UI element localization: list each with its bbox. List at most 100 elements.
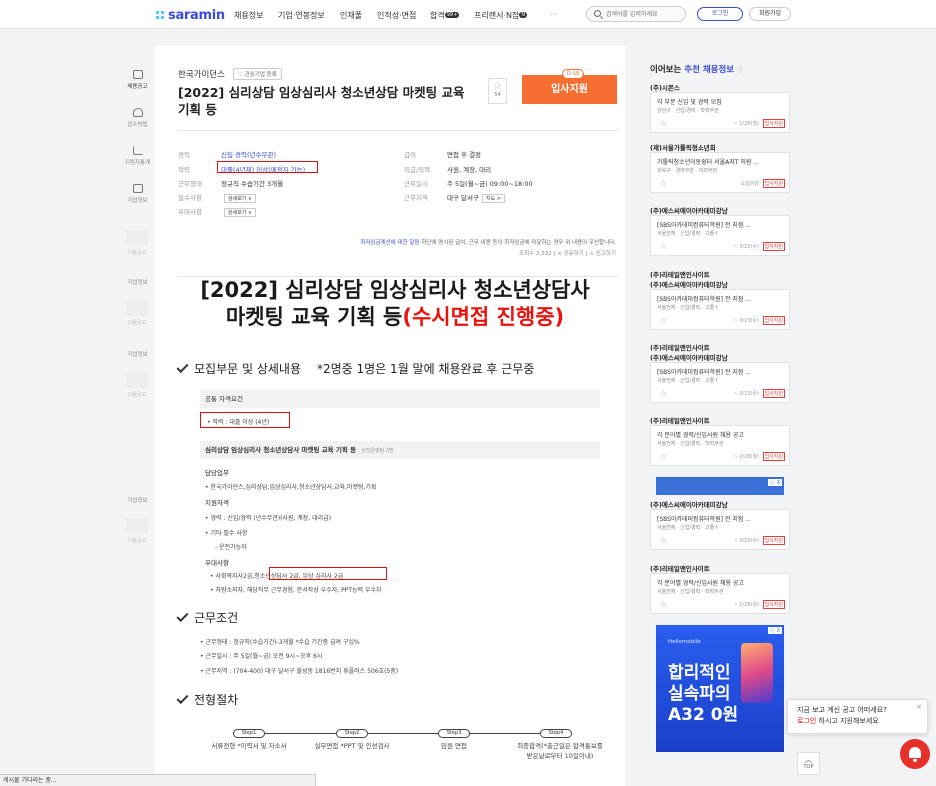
quick-job-posting[interactable]: 채용공고 — [120, 70, 155, 90]
signup-button[interactable]: 회원가입 — [749, 7, 791, 21]
rec-company[interactable]: (주)리테일앤인사이트 — [650, 563, 710, 573]
next-posting-card[interactable]: 다음공고 — [124, 518, 150, 566]
highlight-box — [217, 161, 318, 173]
preferred-heading: 우대사항 — [205, 559, 229, 567]
rec-apply-button[interactable]: 입사지원 — [762, 119, 785, 128]
share-button[interactable]: 공유하기 — [563, 251, 583, 257]
star-icon: ☆ — [492, 79, 503, 92]
rec-apply-button[interactable]: 입사지원 — [762, 600, 785, 609]
step-badge: Step1 — [233, 729, 265, 738]
nav-company-salary[interactable]: 기업·연봉정보 — [278, 10, 325, 21]
qualification-item: • 경력 : 신입/경력 (년수무관)(사원, 계장, 대리급) — [205, 515, 332, 522]
rec-company[interactable]: (주)에스씨에이아카데미강남 — [650, 499, 728, 509]
rec-job-card[interactable]: [SBS아카데미컴퓨터학원] 전 지점 ... 서울전체 · 신입/경력 · 고졸… — [650, 362, 790, 403]
quick-apply-method[interactable]: 접수방법 — [120, 108, 155, 128]
info-icon[interactable]: ⓘ — [737, 67, 743, 74]
star-icon[interactable]: ☆ — [660, 316, 667, 325]
required-detail-button[interactable]: 상세보기 ∨ — [224, 194, 256, 203]
follow-company-button[interactable]: ♡ 관심기업 등록 — [233, 68, 282, 80]
nav-more-icon[interactable]: ··· — [550, 10, 558, 19]
rec-job-card[interactable]: [SBS아카데미컴퓨터학원] 전 지점 ... 서울전체 · 신입/경력 · 고졸… — [650, 289, 790, 330]
nav-pass[interactable]: 합격 99+ — [430, 10, 460, 21]
rec-apply-button[interactable]: 입사지원 — [762, 389, 785, 398]
rec-apply-button[interactable]: 입사지원 — [762, 242, 785, 251]
login-button[interactable]: 로그인 — [697, 7, 743, 21]
preferred-detail-button[interactable]: 상세보기 ∨ — [224, 208, 256, 217]
next-posting-card[interactable]: 다음공고 — [124, 300, 150, 348]
rec-apply-button[interactable]: 입사지원 — [762, 536, 785, 545]
company-name[interactable]: 한국가이던스 — [178, 68, 225, 80]
report-button[interactable]: 신고하기 — [596, 251, 616, 257]
rec-company[interactable]: (주)에스씨에이아카데미강남 — [650, 352, 728, 362]
post-meta: 조회수 2,332 | ≺ 공유하기 | ⚠ 신고하기 — [519, 251, 616, 257]
rec-apply-button[interactable]: 입사지원 — [762, 179, 785, 188]
popup-login-link[interactable]: 로그인 — [797, 717, 816, 725]
star-icon[interactable]: ☆ — [660, 119, 667, 128]
star-icon[interactable]: ☆ — [660, 600, 667, 609]
star-icon[interactable]: ☆ — [660, 452, 667, 461]
star-icon[interactable]: ☆ — [660, 389, 667, 398]
rec-job-card[interactable]: 가톨릭청소년이동쉼터 서울A지T 직원 ... 강북구 · 경력무관 · 학력무관… — [650, 152, 790, 193]
logo-dots-icon — [155, 10, 165, 20]
summary-position: 직급/직책 사원, 계장, 대리 — [404, 166, 492, 174]
rec-job-card[interactable]: 각 분야별 경력/신입사원 채용 공고 서울전체 · 신입/경력 · 학력무관 ☆ ~… — [650, 425, 790, 466]
building-icon — [132, 184, 143, 193]
saramin-logo[interactable]: saramin — [155, 8, 225, 23]
check-icon — [176, 360, 189, 374]
star-icon[interactable]: ☆ — [660, 536, 667, 545]
rec-company[interactable]: (주)에스씨에이아카데미강남 — [650, 205, 728, 215]
nav-talent-pool[interactable]: 인재풀 — [340, 10, 362, 21]
ad-close-icon[interactable]: ⓘ X — [767, 627, 782, 634]
rec-company[interactable]: (주)리테일앤인사이트 — [650, 415, 710, 425]
scroll-top-button[interactable]: ︿ TOP — [797, 752, 820, 775]
search-input[interactable] — [606, 9, 684, 20]
nav-aptitude-interview[interactable]: 인적성·면접 — [377, 10, 416, 21]
view-count: 조회수 2,332 — [519, 251, 552, 257]
rec-job-card[interactable]: [SBS아카데미컴퓨터학원] 전 지점 ... 서울전체 · 신입/경력 · 고졸… — [650, 215, 790, 256]
rec-apply-button[interactable]: 입사지원 — [762, 452, 785, 461]
company-info-label: 기업정보 — [127, 280, 148, 286]
min-wage-link[interactable]: 최저임금계산에 대한 알림 — [360, 240, 419, 246]
nav-freelancer[interactable]: 프리랜서·N잡 N — [474, 10, 528, 21]
rec-company[interactable]: (재)서울가톨릭청소년회 — [650, 142, 716, 152]
star-icon[interactable]: ☆ — [660, 179, 667, 188]
rec-job-card[interactable]: [SBS아카데미컴퓨터학원] 전 지점 ... 서울전체 · 신입/경력 · 고졸… — [650, 509, 790, 550]
apply-button[interactable]: 입사지원 — [522, 75, 617, 104]
star-icon[interactable]: ☆ — [660, 242, 667, 251]
rec-job-card[interactable]: 각 분야별 경력/신입사원 채용 공고 서울전체 · 신입/경력 · 학력무관 ☆ ~… — [650, 573, 790, 614]
rec-company[interactable]: (주)에스씨에이아카데미강남 — [650, 279, 728, 289]
nav-job-info[interactable]: 채용정보 — [234, 10, 263, 21]
quick-applicant-stats[interactable]: 지원자통계 — [120, 146, 155, 166]
scrap-button[interactable]: ☆ 54 — [488, 78, 507, 104]
next-posting-card[interactable]: 다음공고 — [124, 372, 150, 420]
nav-new-badge: N — [519, 12, 528, 18]
ad-close-icon[interactable]: ⓘ X — [767, 479, 782, 486]
ad-banner[interactable]: ⓘ X — [656, 477, 784, 495]
step-text: 임원 면접 — [441, 742, 467, 750]
map-button[interactable]: 지도 > — [481, 194, 505, 203]
rec-job-card[interactable]: 각 부문 신입 및 경력 모집 강남구 · 신입/경력 · 학력무관 ☆ ~ 2/28… — [650, 92, 790, 133]
step-text: 실무면접 *PPT 및 인성검사 — [314, 742, 390, 750]
search-box[interactable] — [586, 6, 686, 22]
divider — [178, 130, 618, 131]
phone-ad-banner[interactable]: ⓘ X Hellomobile 합리적인 실속파의 A32 0원 — [656, 625, 784, 752]
close-icon[interactable]: × — [916, 702, 922, 713]
summary-location: 근무지역 대구 달서구 지도 > — [404, 192, 505, 203]
chevron-up-icon: ︿ — [804, 755, 813, 764]
share-icon: ≺ — [557, 251, 562, 257]
quick-company-info[interactable]: 기업정보 — [120, 184, 155, 204]
next-posting-card[interactable]: 다음공고 — [124, 230, 150, 278]
duty-heading: 담당업무 — [205, 469, 229, 477]
phone-image — [741, 643, 773, 703]
rec-apply-button[interactable]: 입사지원 — [762, 316, 785, 325]
rec-company[interactable]: (주)리테일앤인사이트 — [650, 342, 710, 352]
check-icon — [176, 609, 189, 623]
condition-item: • 근무일시 : 주 5일(월~금) 오전 9시~오후 6시 — [200, 653, 323, 660]
notification-bell-button[interactable] — [900, 739, 930, 769]
rec-company[interactable]: (주)리테일앤인사이트 — [650, 269, 710, 279]
alert-icon: ⚠ — [589, 251, 594, 257]
summary-work-hours: 근무일시 주 5일(월~금) 09:00~18:00 — [404, 180, 533, 188]
document-icon — [132, 70, 143, 79]
nav-pass-badge: 99+ — [444, 12, 460, 18]
rec-company[interactable]: (주)시몬스 — [650, 82, 680, 92]
